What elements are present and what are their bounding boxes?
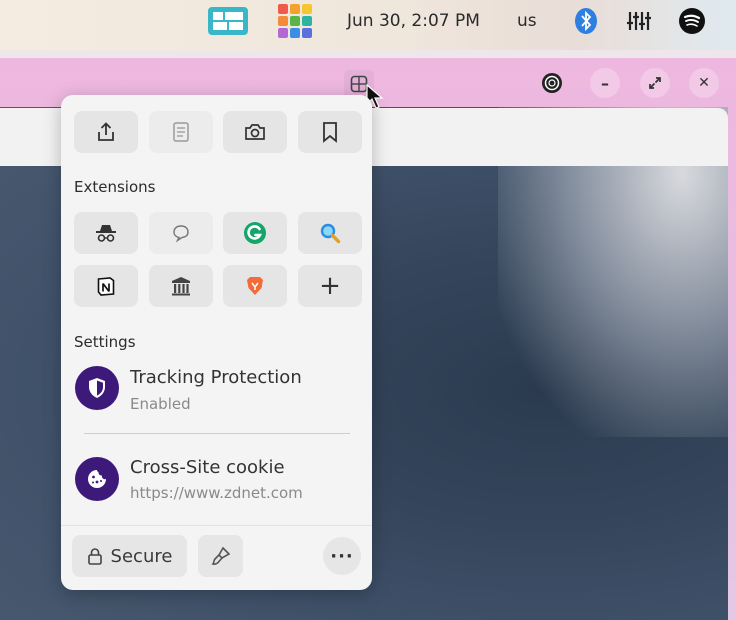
minimize-button[interactable]: – — [590, 68, 620, 98]
bookmark-icon — [323, 122, 337, 143]
add-extension-button[interactable]: + — [298, 265, 362, 307]
screenshot-button[interactable] — [223, 111, 287, 153]
setting-subtitle: https://www.zdnet.com — [130, 484, 303, 502]
incognito-extension-button[interactable] — [74, 212, 138, 254]
close-icon: ✕ — [698, 75, 710, 91]
footer-divider — [61, 525, 372, 526]
search-extension-button[interactable] — [298, 212, 362, 254]
setting-title: Tracking Protection — [130, 367, 302, 388]
add-extension-icon: + — [319, 271, 341, 301]
archive-extension-button[interactable] — [149, 265, 213, 307]
chat-extension-icon — [173, 225, 189, 243]
maximize-button[interactable] — [640, 68, 670, 98]
brave-extension-icon — [247, 277, 263, 295]
secure-label: Secure — [110, 545, 173, 567]
incognito-extension-icon — [96, 225, 116, 242]
search-extension-icon — [320, 223, 341, 244]
browser-menu-popup: Extensions + Settings Tracking Protectio… — [61, 95, 372, 590]
paintbrush-icon — [210, 546, 230, 565]
more-options-button[interactable]: ··· — [323, 537, 361, 575]
setting-subtitle: Enabled — [130, 395, 191, 413]
desktop-top-bar: Jun 30, 2:07 PM us — [0, 0, 736, 50]
lock-icon — [87, 548, 102, 565]
clock[interactable]: Jun 30, 2:07 PM — [347, 0, 480, 42]
reader-mode-button[interactable] — [149, 111, 213, 153]
share-button[interactable] — [74, 111, 138, 153]
screenshot-icon — [245, 124, 265, 140]
shield-icon — [75, 366, 119, 410]
media-icon[interactable] — [537, 68, 567, 98]
settings-heading: Settings — [74, 333, 136, 351]
app-grid-icon[interactable] — [277, 0, 313, 42]
divider — [84, 433, 350, 434]
archive-extension-icon — [172, 277, 190, 296]
close-button[interactable]: ✕ — [689, 68, 719, 98]
grammarly-icon — [244, 222, 266, 244]
window-switcher-icon[interactable] — [207, 0, 249, 42]
notion-button[interactable] — [74, 265, 138, 307]
chat-extension-button[interactable] — [149, 212, 213, 254]
setting-title: Cross-Site cookie — [130, 457, 285, 478]
extensions-heading: Extensions — [74, 178, 156, 196]
bluetooth-icon[interactable] — [572, 0, 600, 42]
more-icon: ··· — [330, 545, 354, 567]
minimize-icon: – — [601, 73, 609, 93]
mixer-icon[interactable] — [625, 0, 653, 42]
share-icon — [98, 122, 114, 141]
reader-mode-icon — [173, 122, 189, 142]
keyboard-layout-indicator[interactable]: us — [517, 0, 537, 42]
bookmark-button[interactable] — [298, 111, 362, 153]
brave-extension-button[interactable] — [223, 265, 287, 307]
site-permissions-button[interactable] — [198, 535, 243, 577]
maximize-icon — [649, 77, 661, 89]
site-security-button[interactable]: Secure — [72, 535, 187, 577]
grammarly-button[interactable] — [223, 212, 287, 254]
notion-icon — [97, 277, 115, 296]
spotify-icon[interactable] — [678, 0, 706, 42]
cookie-icon — [75, 457, 119, 501]
